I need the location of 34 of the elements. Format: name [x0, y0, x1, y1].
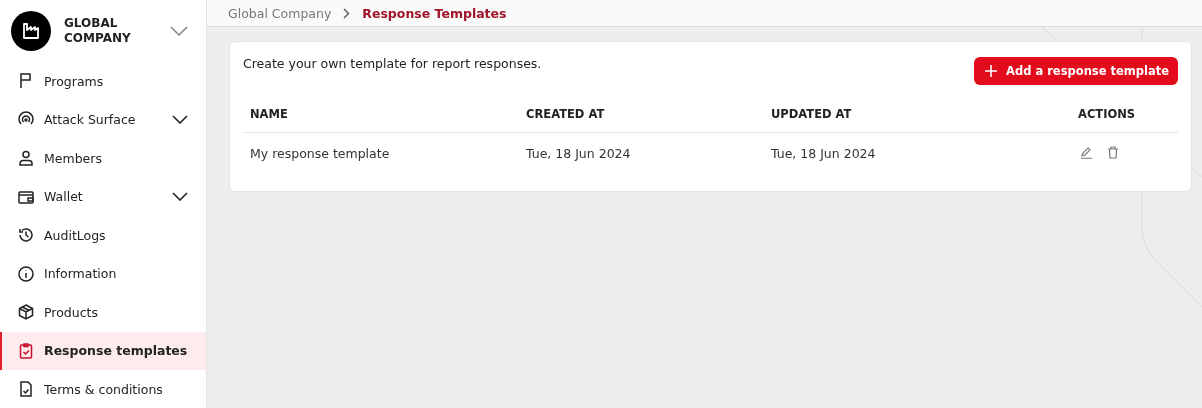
- sidebar-item[interactable]: Information: [0, 254, 206, 293]
- factory-logo-icon: [11, 11, 51, 51]
- sidebar-item[interactable]: Wallet: [0, 177, 206, 216]
- organization-name: GLOBAL COMPANY: [64, 16, 132, 46]
- chevron-right-icon: [343, 7, 351, 19]
- sidebar-item[interactable]: Programs: [0, 62, 206, 101]
- person-icon: [17, 149, 35, 168]
- sidebar-item[interactable]: Attack Surface: [0, 100, 206, 139]
- sidebar-item[interactable]: Terms & conditions: [0, 370, 206, 408]
- column-header: CREATED AT: [526, 107, 605, 121]
- sidebar-item[interactable]: Products: [0, 293, 206, 332]
- edit-icon[interactable]: [1080, 146, 1093, 159]
- add-template-button[interactable]: Add a response template: [974, 57, 1178, 85]
- history-icon: [17, 226, 35, 245]
- delete-icon[interactable]: [1107, 146, 1119, 159]
- table-cell: Tue, 18 Jun 2024: [526, 146, 631, 161]
- sidebar-item[interactable]: Members: [0, 139, 206, 178]
- box-icon: [17, 303, 35, 322]
- sidebar-item[interactable]: Response templates: [0, 331, 206, 370]
- document-check-icon: [17, 380, 35, 399]
- column-header: NAME: [250, 107, 288, 121]
- column-header: ACTIONS: [1078, 107, 1136, 121]
- breadcrumb-link[interactable]: Global Company: [228, 5, 332, 21]
- table-cell: Tue, 18 Jun 2024: [771, 146, 876, 161]
- chevron-down-icon[interactable]: [172, 115, 188, 125]
- clipboard-check-icon: [17, 341, 35, 360]
- chevron-down-icon[interactable]: [172, 192, 188, 202]
- plus-icon: [985, 65, 998, 77]
- sidebar-item[interactable]: AuditLogs: [0, 216, 206, 255]
- description-text: Create your own template for report responses.: [243, 56, 542, 71]
- info-icon: [17, 264, 35, 283]
- column-header: UPDATED AT: [771, 107, 852, 121]
- table-cell: My response template: [250, 146, 390, 161]
- breadcrumb-link[interactable]: Response Templates: [362, 5, 507, 21]
